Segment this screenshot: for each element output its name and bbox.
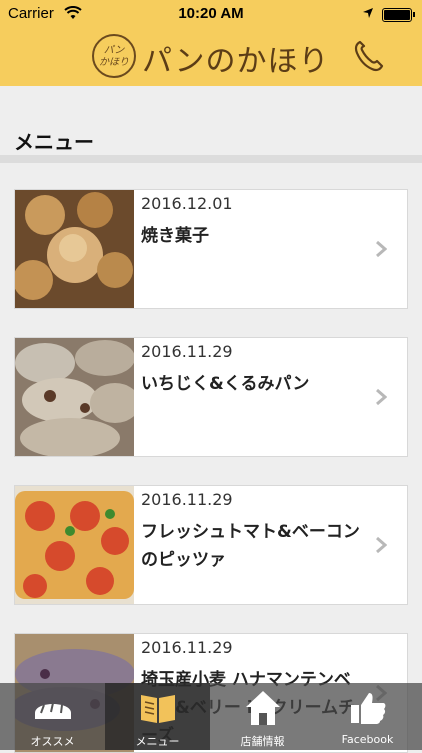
chevron-right-icon [376,388,387,406]
thumbs-up-icon [351,693,386,724]
menu-item-date: 2016.11.29 [141,490,233,509]
tab-store-info[interactable]: 店舗情報 [210,683,315,750]
header: パン かほり パンのかほり [0,28,422,86]
menu-item-title: 焼き菓子 [141,226,209,246]
tab-label: メニュー [135,735,180,748]
status-bar: Carrier 10:20 AM [0,0,422,28]
battery-icon [382,8,415,22]
tab-label: Facebook [341,733,394,746]
menu-item-date: 2016.12.01 [141,194,233,213]
menu-item-date: 2016.11.29 [141,342,233,361]
logo-badge: パン かほり [92,34,136,78]
tab-label: 店舗情報 [240,735,285,748]
house-icon [246,691,280,725]
brand-title: パンのかほり [142,44,330,79]
menu-item[interactable]: 2016.11.29 いちじく&くるみパン [14,337,408,457]
tab-label: オススメ [30,735,75,748]
location-arrow-icon [363,8,373,18]
section-divider [0,155,422,163]
clock: 10:20 AM [178,5,244,22]
menu-item-date: 2016.11.29 [141,638,233,657]
chevron-right-icon [376,240,387,258]
tab-facebook[interactable]: Facebook [315,683,420,750]
logo-text: パン かほり [99,45,129,68]
section-title: メニュー [14,130,94,154]
fig-walnut-bread-thumbnail [15,338,134,456]
menu-item-title: フレッシュトマト&ベーコンのピッツァ [141,522,360,570]
tab-recommended[interactable]: オススメ [0,683,105,750]
pizza-thumbnail [15,486,134,604]
tab-bar: オススメ メニュー 店舗情報 Facebook [0,683,422,750]
phone-icon[interactable] [350,38,386,74]
menu-item[interactable]: 2016.12.01 焼き菓子 [14,189,408,309]
baked-goods-thumbnail [15,190,134,308]
book-icon [141,695,175,723]
chevron-right-icon [376,536,387,554]
menu-item[interactable]: 2016.11.29 フレッシュトマト&ベーコンのピッツァ [14,485,408,605]
bread-icon [35,702,71,719]
tab-menu[interactable]: メニュー [105,683,210,750]
menu-item-title: いちじく&くるみパン [141,374,310,394]
